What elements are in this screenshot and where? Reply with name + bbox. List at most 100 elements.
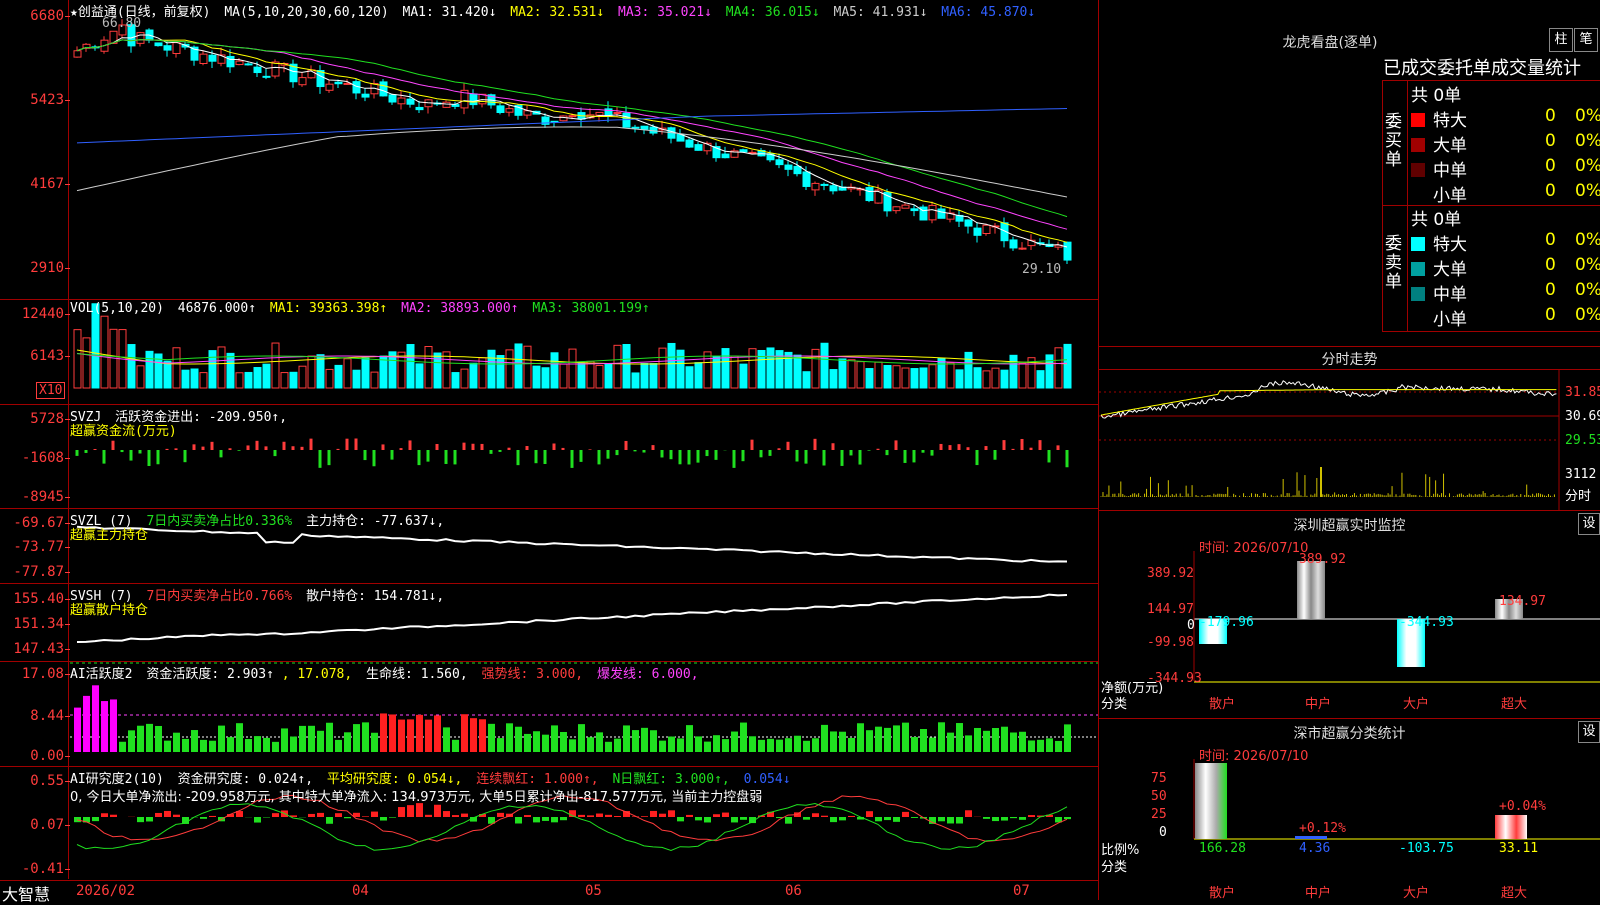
classify-category: 大户 xyxy=(1403,882,1429,901)
research-bar xyxy=(965,810,972,817)
activity-bar xyxy=(488,724,495,752)
order-pct: 0% xyxy=(1575,305,1600,325)
panel-divider xyxy=(1098,0,1099,900)
volume-bar xyxy=(632,373,639,388)
volume-bar xyxy=(1046,355,1053,388)
research-bar xyxy=(308,814,315,817)
order-row-1: 大单 xyxy=(1411,131,1467,156)
svzl-pane[interactable]: -69.67 -73.77 -77.87 SVZL (7) 7日内买卖净占比0.… xyxy=(0,509,1098,584)
activity-bar xyxy=(218,726,225,752)
activity-bar xyxy=(1037,740,1044,752)
volume-header: VOL(5,10,20) 46876.000↑ MA1: 39363.398↑ … xyxy=(70,301,656,316)
activity-bar xyxy=(1046,738,1053,752)
volume-bar xyxy=(299,366,306,388)
volume-bar xyxy=(416,364,423,388)
activity-bar xyxy=(902,723,909,752)
intraday-panel[interactable]: 分时走势 31.85 30.69 29.53 3112 分时 xyxy=(1099,347,1600,511)
ma-label: MA(5,10,20,30,60,120) xyxy=(224,5,388,20)
volume-bar xyxy=(281,373,288,388)
ai2-nred: N日飘红: 3.000↑, xyxy=(612,772,729,787)
svsh-subtitle: 超赢散户持仓 xyxy=(70,599,148,618)
ai2-summary: 0, 今日大单净流出: -209.958万元, 其中特大单净流入: 134.97… xyxy=(70,786,762,805)
candle-body xyxy=(173,43,180,54)
activity-bar xyxy=(137,726,144,752)
volume-bar xyxy=(191,369,198,388)
svzl-hold: 主力持仓: -77.637↓, xyxy=(306,514,444,529)
monitor-category: 大户 xyxy=(1403,693,1429,712)
ai1-lifeline: 生命线: 1.560, xyxy=(366,667,468,682)
svzl-ratio: 7日内买卖净占比0.336% xyxy=(146,514,292,529)
classify-pct: +0.04% xyxy=(1499,799,1546,814)
activity-bar xyxy=(416,715,423,752)
classify-axis-label: 25 xyxy=(1151,807,1167,822)
ratio-bar xyxy=(1195,763,1227,839)
order-pct: 0% xyxy=(1575,156,1600,176)
research-bar xyxy=(389,817,396,818)
volume-pane[interactable]: 12440 6143 X10 VOL(5,10,20) 46876.000↑ M… xyxy=(0,300,1098,405)
activity-bar xyxy=(317,731,324,752)
kline-header: ★创益通(日线，前复权) MA(5,10,20,30,60,120) MA1: … xyxy=(70,1,1041,20)
research-bar xyxy=(884,817,891,820)
volume-bar xyxy=(164,361,171,388)
intraday-unit: 分时 xyxy=(1565,485,1591,504)
monitor-unit2: 分类 xyxy=(1101,693,1127,712)
intraday-axis-label: 30.69 xyxy=(1565,409,1600,424)
svzj-pane[interactable]: 5728 -1608 -8945 SVZJ 活跃资金进出: -209.950↑,… xyxy=(0,405,1098,509)
kline-pane[interactable]: 6680 5423 4167 2910 ★创益通(日线，前复权) MA(5,10… xyxy=(0,0,1098,300)
candle-body xyxy=(164,46,171,50)
candle-body xyxy=(866,188,873,201)
activity-bar xyxy=(326,723,333,752)
kline-chart[interactable] xyxy=(0,0,1098,299)
ai-research-pane[interactable]: 0.55 0.07 -0.41 AI研究度2(10) 资金研究度: 0.024↑… xyxy=(0,767,1098,879)
volume-bar xyxy=(335,365,342,388)
intraday-chart[interactable] xyxy=(1099,347,1600,510)
volume-bar xyxy=(911,369,918,388)
volume-bar xyxy=(947,363,954,388)
research-bar xyxy=(443,811,450,817)
volume-bar xyxy=(695,363,702,388)
color-swatch xyxy=(1411,312,1425,326)
dragon-subtitle: 已成交委托单成交量统计 xyxy=(1383,54,1581,80)
candle-body xyxy=(470,94,477,105)
activity-bar xyxy=(668,737,675,752)
activity-bar xyxy=(992,728,999,752)
research-bar xyxy=(587,815,594,817)
tick-mode-button[interactable]: 笔 xyxy=(1574,28,1598,52)
volume-bar xyxy=(371,372,378,388)
bar-mode-button[interactable]: 柱 xyxy=(1549,28,1573,52)
research-bar xyxy=(821,816,828,817)
activity-bar xyxy=(731,732,738,752)
color-swatch xyxy=(1411,138,1425,152)
candle-body xyxy=(452,105,459,107)
ma-line xyxy=(77,40,1067,243)
svsh-pane[interactable]: 155.40 151.34 147.43 SVSH (7) 7日内买卖净占比0.… xyxy=(0,584,1098,662)
dragon-box: 委买单 委卖单 共 0单 共 0单 特大00%大单00%中单00%小单00% 特… xyxy=(1382,80,1600,332)
activity-bar xyxy=(200,740,207,752)
classify-axis-label: 0 xyxy=(1159,825,1167,840)
classify-category: 散户 xyxy=(1209,882,1235,901)
research-bar xyxy=(380,817,387,821)
activity-bar xyxy=(866,730,873,752)
volume-bar xyxy=(182,370,189,388)
research-bar xyxy=(740,817,747,820)
activity-bar xyxy=(533,731,540,752)
volume-bar xyxy=(929,365,936,388)
ai-activity-pane[interactable]: 17.08 8.44 0.00 AI活跃度2 资金活跃度: 2.903↑ , 1… xyxy=(0,662,1098,767)
volume-bar xyxy=(560,364,567,388)
volume-bar xyxy=(749,349,756,388)
research-bar xyxy=(713,814,720,817)
classify-panel[interactable]: 深市超赢分类统计 设 时间: 2026/07/10 75 50 25 0 比例%… xyxy=(1099,719,1600,900)
order-pct: 0% xyxy=(1575,181,1600,201)
activity-bar xyxy=(560,732,567,752)
volume-bar xyxy=(875,362,882,388)
research-bar xyxy=(515,817,522,823)
research-bar xyxy=(551,817,558,822)
research-bar xyxy=(866,811,873,817)
color-swatch xyxy=(1411,188,1425,202)
candle-body xyxy=(821,184,828,185)
activity-bar xyxy=(128,730,135,752)
volume-bar xyxy=(938,358,945,388)
monitor-panel[interactable]: 深圳超赢实时监控 设 时间: 2026/07/10 389.92 144.97 … xyxy=(1099,511,1600,719)
research-bar xyxy=(686,815,693,817)
activity-bar xyxy=(641,728,648,752)
